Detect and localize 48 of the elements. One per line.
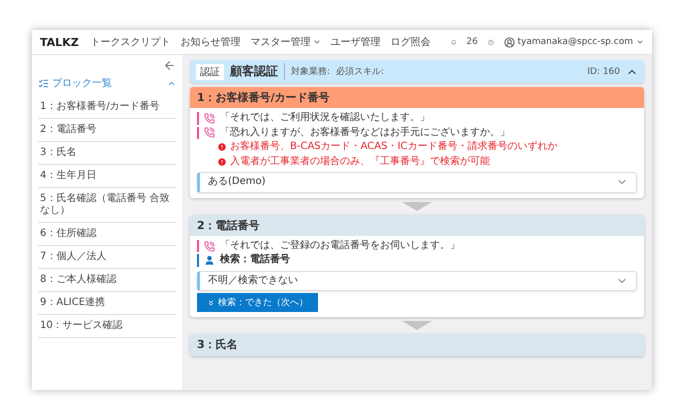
speech-text: 「それでは、ご利用状況を確認いたします。」 bbox=[220, 112, 430, 125]
sidebar-item[interactable]: 9：ALICE連携 bbox=[38, 292, 176, 315]
block-title: 1：お客様番号/カード番号 bbox=[190, 87, 644, 108]
alert-icon bbox=[217, 156, 227, 167]
block-title: 2：電話番号 bbox=[190, 214, 644, 236]
sidebar-item[interactable]: 4：生年月日 bbox=[38, 165, 176, 188]
sidebar-title: ブロック一覧 bbox=[52, 76, 113, 90]
logo: TALKZ bbox=[40, 36, 79, 48]
action-text: 検索：電話番号 bbox=[220, 254, 290, 267]
sidebar-item[interactable]: 2：電話番号 bbox=[38, 119, 176, 142]
sidebar-item[interactable]: 8：ご本人様確認 bbox=[38, 269, 176, 292]
script-id: ID: 160 bbox=[587, 66, 620, 76]
phone-icon bbox=[204, 127, 215, 138]
note-text: お客様番号、B-CASカード・ACAS・ICカード番号・請求番号のいずれか bbox=[230, 141, 558, 154]
alert-icon bbox=[217, 142, 227, 152]
sidebar-item[interactable]: 6：住所確認 bbox=[38, 223, 176, 246]
next-button[interactable]: 検索：できた（次へ） bbox=[197, 293, 318, 312]
block-title: 3：氏名 bbox=[190, 334, 644, 356]
person-icon bbox=[204, 255, 215, 266]
note-text: 入電者が工事業者の場合のみ、『工事番号』で検索が可能 bbox=[230, 156, 490, 168]
sidebar-item[interactable]: 7：個人／法人 bbox=[38, 246, 176, 269]
notification-count: 26 bbox=[466, 37, 478, 47]
double-chevron-icon bbox=[207, 298, 215, 307]
nav-link[interactable]: お知らせ管理 bbox=[180, 35, 241, 49]
category-tag: 認証 bbox=[196, 64, 224, 80]
nav-link[interactable]: マスター管理 bbox=[250, 35, 321, 49]
back-arrow-icon[interactable] bbox=[163, 59, 176, 72]
answer-select[interactable]: ある(Demo) bbox=[197, 172, 637, 193]
skill-label: 必須スキル: bbox=[336, 66, 384, 78]
speech-text: 「恐れ入りますが、お客様番号などはお手元にございますか。」 bbox=[220, 126, 510, 140]
list-icon bbox=[38, 78, 49, 88]
sidebar-item[interactable]: 3：氏名 bbox=[38, 142, 176, 165]
target-label: 対象業務: bbox=[291, 66, 330, 78]
sidebar-item[interactable]: 1：お客様番号/カード番号 bbox=[38, 96, 176, 119]
flow-arrow-icon bbox=[402, 321, 432, 330]
caret-icon bbox=[636, 38, 644, 46]
nav-link[interactable]: トークスクリプト bbox=[90, 35, 171, 49]
nav-link[interactable]: ユーザ管理 bbox=[330, 35, 381, 49]
user-menu[interactable]: tyamanaka@spcc-sp.com bbox=[504, 36, 644, 48]
phone-icon bbox=[204, 240, 215, 252]
nav-link[interactable]: ログ照会 bbox=[390, 35, 431, 49]
phone-icon bbox=[204, 112, 215, 124]
sidebar-item[interactable]: 10：サービス確認 bbox=[38, 315, 176, 338]
script-title: 顧客認証 bbox=[230, 63, 285, 80]
sidebar-item[interactable]: 5：氏名確認（電話番号 合致なし） bbox=[38, 188, 176, 223]
speech-text: 「それでは、ご登録のお電話番号をお伺いします。」 bbox=[220, 240, 460, 252]
avatar-icon bbox=[504, 36, 514, 48]
flow-arrow-icon bbox=[402, 202, 432, 211]
